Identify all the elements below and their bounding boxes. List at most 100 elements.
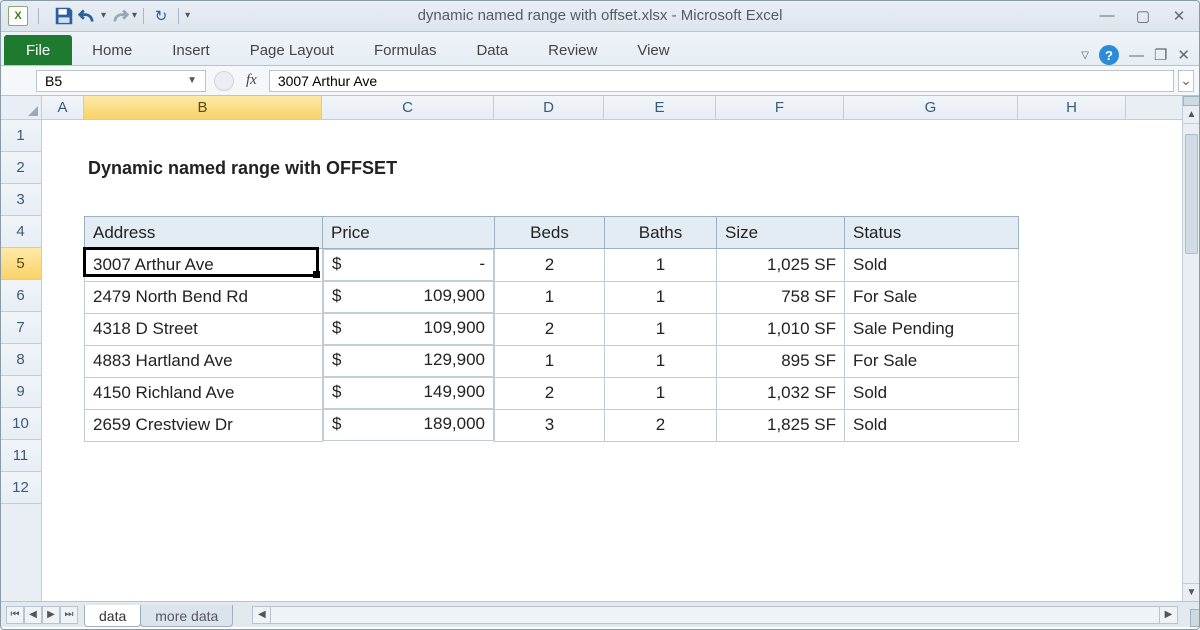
cell[interactable]: 895 SF (717, 345, 845, 377)
cell[interactable]: Sold (845, 377, 1019, 409)
row-header-1[interactable]: 1 (0, 120, 41, 152)
cell[interactable]: $109,900 (323, 313, 494, 345)
table-header-cell[interactable]: Address (85, 217, 323, 249)
cell[interactable]: 4318 D Street (85, 313, 323, 345)
workbook-close-button[interactable]: ✕ (1177, 46, 1190, 64)
cell[interactable]: 3 (495, 409, 605, 441)
cell[interactable]: Sold (845, 409, 1019, 441)
undo-button[interactable] (77, 6, 99, 26)
row-header-4[interactable]: 4 (0, 216, 41, 248)
sheet-nav-first[interactable]: ⏮ (6, 606, 24, 624)
window-close-button[interactable]: ✕ (1168, 7, 1190, 25)
scroll-left-button[interactable]: ◀ (253, 607, 271, 623)
cell[interactable]: $129,900 (323, 345, 494, 377)
row-header-12[interactable]: 12 (0, 472, 41, 504)
window-maximize-button[interactable]: ▢ (1132, 7, 1154, 25)
cell[interactable]: 4883 Hartland Ave (85, 345, 323, 377)
cell[interactable]: 2479 North Bend Rd (85, 281, 323, 313)
row-header-6[interactable]: 6 (0, 280, 41, 312)
scroll-down-button[interactable]: ▼ (1183, 583, 1200, 601)
vertical-scrollbar[interactable]: ▲ ▼ (1182, 96, 1200, 601)
column-header-D[interactable]: D (494, 96, 604, 119)
cell[interactable]: $189,000 (323, 409, 494, 441)
formula-input[interactable]: 3007 Arthur Ave (269, 70, 1174, 92)
formula-bar-handle[interactable] (214, 71, 234, 91)
scroll-up-button[interactable]: ▲ (1183, 106, 1200, 124)
undo-dropdown[interactable]: ▾ (101, 10, 106, 21)
column-header-A[interactable]: A (42, 96, 84, 119)
column-header-H[interactable]: H (1018, 96, 1126, 119)
row-header-7[interactable]: 7 (0, 312, 41, 344)
vertical-scroll-thumb[interactable] (1185, 134, 1198, 254)
row-header-10[interactable]: 10 (0, 408, 41, 440)
formula-bar-expand-button[interactable]: ⌄ (1178, 70, 1194, 92)
tab-page-layout[interactable]: Page Layout (230, 35, 354, 65)
vertical-scroll-track[interactable] (1183, 124, 1200, 583)
cell[interactable]: 1,032 SF (717, 377, 845, 409)
cell[interactable]: 1,025 SF (717, 249, 845, 282)
cell[interactable]: 1 (495, 345, 605, 377)
cell[interactable]: 1 (605, 313, 717, 345)
cell[interactable]: 2 (495, 377, 605, 409)
table-header-cell[interactable]: Price (323, 217, 495, 249)
name-box-dropdown-icon[interactable]: ▼ (187, 75, 197, 86)
name-box[interactable]: B5 ▼ (36, 70, 206, 92)
column-header-E[interactable]: E (604, 96, 716, 119)
ribbon-minimize-toggle[interactable]: ▽ (1081, 50, 1089, 61)
cell[interactable]: 1,825 SF (717, 409, 845, 441)
redo-dropdown[interactable]: ▾ (132, 10, 137, 21)
cell[interactable]: $- (323, 249, 494, 281)
cell[interactable]: 1 (605, 377, 717, 409)
sheet-tab-active[interactable]: data (84, 605, 141, 627)
cell[interactable]: 2 (605, 409, 717, 441)
horizontal-split-handle[interactable] (1190, 609, 1200, 627)
cell[interactable]: 1 (605, 249, 717, 282)
column-header-G[interactable]: G (844, 96, 1018, 119)
cell[interactable]: 1 (495, 281, 605, 313)
horizontal-scroll-track[interactable] (271, 607, 1159, 623)
sheet-tab[interactable]: more data (140, 605, 233, 627)
cell[interactable]: 2 (495, 313, 605, 345)
select-all-corner[interactable] (0, 96, 41, 120)
cell[interactable]: 1,010 SF (717, 313, 845, 345)
row-header-3[interactable]: 3 (0, 184, 41, 216)
table-header-cell[interactable]: Baths (605, 217, 717, 249)
column-header-B[interactable]: B (84, 96, 322, 119)
cell[interactable]: $109,900 (323, 281, 494, 313)
table-header-cell[interactable]: Status (845, 217, 1019, 249)
sheet-nav-last[interactable]: ⏭ (60, 606, 78, 624)
horizontal-scrollbar[interactable]: ◀ ▶ (252, 606, 1178, 624)
column-header-C[interactable]: C (322, 96, 494, 119)
refresh-button[interactable]: ↻ (150, 6, 172, 26)
row-header-5[interactable]: 5 (0, 248, 41, 280)
sheet-nav-next[interactable]: ▶ (42, 606, 60, 624)
workbook-restore-button[interactable]: ❐ (1154, 46, 1167, 64)
cell[interactable]: 1 (605, 345, 717, 377)
window-minimize-button[interactable]: — (1096, 7, 1118, 25)
sheet-nav-prev[interactable]: ◀ (24, 606, 42, 624)
qat-customize-dropdown[interactable]: ▾ (185, 10, 190, 21)
cell[interactable]: 2659 Crestview Dr (85, 409, 323, 441)
table-header-cell[interactable]: Size (717, 217, 845, 249)
cell[interactable]: Sale Pending (845, 313, 1019, 345)
row-header-9[interactable]: 9 (0, 376, 41, 408)
tab-home[interactable]: Home (72, 35, 152, 65)
cell[interactable]: 1 (605, 281, 717, 313)
excel-app-icon[interactable]: X (8, 6, 28, 26)
cell[interactable]: 4150 Richland Ave (85, 377, 323, 409)
tab-view[interactable]: View (617, 35, 689, 65)
cell[interactable]: 758 SF (717, 281, 845, 313)
cell[interactable]: Sold (845, 249, 1019, 282)
tab-formulas[interactable]: Formulas (354, 35, 457, 65)
save-button[interactable] (53, 6, 75, 26)
tab-review[interactable]: Review (528, 35, 617, 65)
insert-function-button[interactable]: fx (246, 72, 257, 89)
cell[interactable]: For Sale (845, 345, 1019, 377)
tab-data[interactable]: Data (456, 35, 528, 65)
row-header-2[interactable]: 2 (0, 152, 41, 184)
column-header-F[interactable]: F (716, 96, 844, 119)
table-header-cell[interactable]: Beds (495, 217, 605, 249)
workbook-minimize-button[interactable]: — (1129, 47, 1144, 64)
row-header-8[interactable]: 8 (0, 344, 41, 376)
redo-button[interactable] (108, 6, 130, 26)
